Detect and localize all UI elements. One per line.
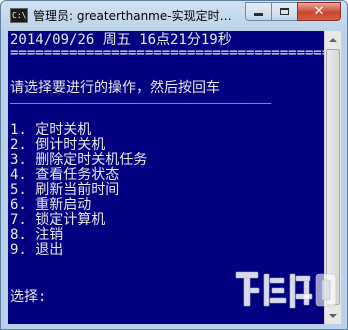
console-output[interactable]: 2014/09/26 周五 16点21分19秒 ================… <box>8 31 324 324</box>
console-icon[interactable]: C:\ <box>10 8 28 23</box>
arrow-up-icon <box>329 37 337 42</box>
close-button[interactable]: ✕ <box>297 2 341 21</box>
maximize-icon <box>280 8 289 15</box>
minimize-button[interactable] <box>245 2 271 21</box>
prompt-underline: _______________________________ <box>10 88 272 104</box>
vertical-scrollbar[interactable] <box>324 31 341 324</box>
scroll-up-button[interactable] <box>325 31 341 48</box>
menu-item-restart: 6. 重新启动 <box>10 197 92 213</box>
caption-buttons: ✕ <box>245 2 341 21</box>
menu-item-logoff: 8. 注销 <box>10 227 64 243</box>
menu-item-countdown-shutdown: 2. 倒计时关机 <box>10 137 106 153</box>
window-title: 管理员: greaterthanme-实现定时… <box>33 9 232 23</box>
title-bar[interactable]: C:\ 管理员: greaterthanme-实现定时… ✕ <box>1 1 347 31</box>
scroll-thumb[interactable] <box>326 49 340 305</box>
close-icon: ✕ <box>313 4 325 19</box>
maximize-button[interactable] <box>271 2 297 21</box>
arrow-down-icon <box>329 313 337 318</box>
menu-item-view-status: 4. 查看任务状态 <box>10 167 120 183</box>
menu-item-shutdown-timer: 1. 定时关机 <box>10 122 92 138</box>
menu-item-exit: 9. 退出 <box>10 242 64 258</box>
separator-line: ======================================= <box>10 45 324 61</box>
menu-list: 1. 定时关机 2. 倒计时关机 3. 删除定时关机任务 4. 查看任务状态 5… <box>10 123 147 258</box>
menu-item-lock: 7. 锁定计算机 <box>10 212 106 228</box>
menu-item-delete-task: 3. 删除定时关机任务 <box>10 152 148 168</box>
menu-item-refresh-time: 5. 刷新当前时间 <box>10 182 120 198</box>
console-window: C:\ 管理员: greaterthanme-实现定时… ✕ 2014/09/2… <box>0 0 348 330</box>
scroll-down-button[interactable] <box>325 307 341 324</box>
input-prompt[interactable]: 选择: <box>10 288 46 307</box>
minimize-icon <box>254 13 263 16</box>
